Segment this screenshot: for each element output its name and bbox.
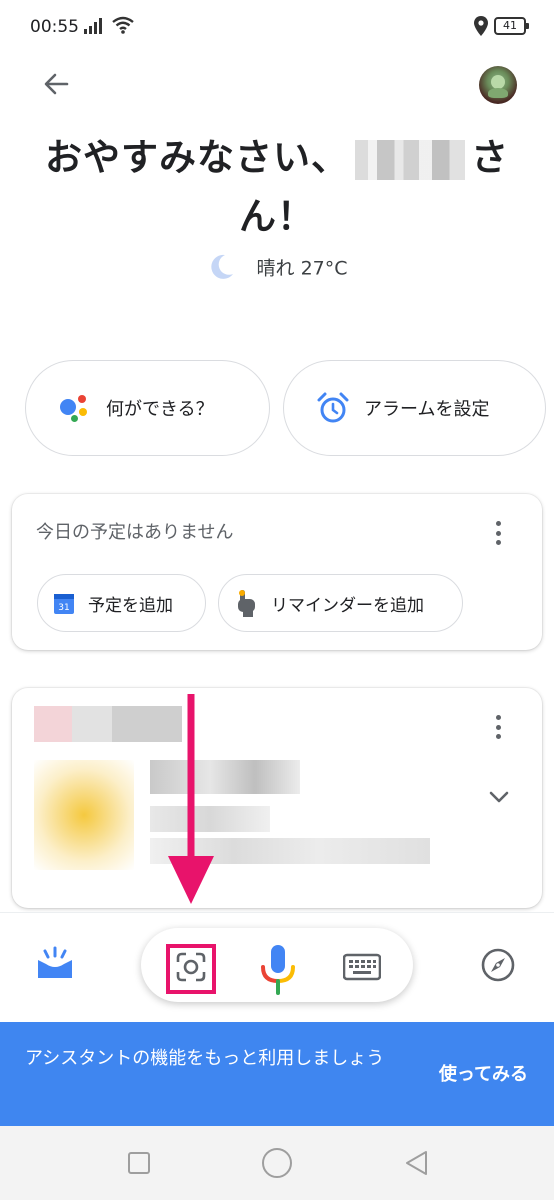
explore-icon[interactable]: [480, 947, 516, 983]
greeting-prefix: おやすみなさい、: [45, 136, 349, 179]
reminder-hand-icon: [238, 590, 255, 617]
more-vert-icon[interactable]: [488, 518, 508, 548]
status-bar: 00:55 41: [0, 0, 554, 56]
add-event-label: 予定を追加: [88, 595, 173, 616]
arrow-back-icon: [44, 73, 69, 95]
status-time: 00:55: [30, 17, 79, 37]
mic-icon[interactable]: [259, 943, 297, 995]
lens-button[interactable]: [166, 942, 216, 992]
promo-text: アシスタントの機能をもっと利用しましょう: [25, 1048, 385, 1069]
avatar[interactable]: [479, 66, 517, 104]
wifi-icon: [112, 16, 134, 34]
more-vert-icon[interactable]: [488, 712, 508, 742]
location-icon: [474, 16, 488, 36]
chevron-down-icon[interactable]: [488, 790, 510, 804]
blurred-block: [72, 706, 112, 742]
keyboard-icon[interactable]: [343, 953, 381, 983]
blurred-block: [150, 760, 300, 794]
blurred-block: [34, 706, 72, 742]
what-can-you-do-chip[interactable]: 何ができる？: [25, 360, 270, 456]
calendar-icon: 31: [54, 594, 74, 614]
signal-icon: [84, 18, 102, 34]
add-reminder-label: リマインダーを追加: [271, 595, 424, 616]
blurred-user-name: [355, 139, 465, 180]
assistant-input-bar: [0, 912, 554, 1022]
what-can-you-do-label: 何ができる？: [106, 399, 214, 420]
updates-icon[interactable]: [36, 946, 74, 980]
weather-summary: 晴れ 27°C: [0, 252, 554, 282]
schedule-card: 今日の予定はありません 31 予定を追加 リマインダーを追加: [12, 494, 542, 650]
set-alarm-chip[interactable]: アラームを設定: [283, 360, 546, 456]
lens-icon: [176, 952, 206, 982]
system-nav-bar: [0, 1126, 554, 1200]
blurred-block: [150, 838, 430, 864]
promo-banner: アシスタントの機能をもっと利用しましょう 使ってみる: [0, 1022, 554, 1126]
blurred-content-card[interactable]: [12, 688, 542, 908]
try-it-button[interactable]: 使ってみる: [439, 1060, 528, 1086]
set-alarm-label: アラームを設定: [364, 399, 490, 420]
blurred-thumbnail: [34, 760, 134, 870]
nav-back-icon[interactable]: [404, 1150, 428, 1176]
recents-button[interactable]: [128, 1152, 150, 1174]
back-button[interactable]: [36, 64, 76, 104]
home-button[interactable]: [262, 1148, 292, 1178]
svg-text:31: 31: [58, 603, 69, 613]
add-event-button[interactable]: 31 予定を追加: [37, 574, 206, 632]
add-reminder-button[interactable]: リマインダーを追加: [218, 574, 463, 632]
battery-indicator: 41: [494, 17, 529, 35]
alarm-icon: [317, 392, 349, 423]
blurred-block: [112, 706, 182, 742]
weather-text: 晴れ 27°C: [256, 257, 348, 280]
moon-icon: [211, 254, 234, 279]
greeting-title: おやすみなさい、 さん！: [20, 128, 534, 246]
blurred-block: [150, 806, 270, 832]
schedule-card-title: 今日の予定はありません: [36, 522, 234, 543]
assistant-icon: [58, 391, 92, 425]
